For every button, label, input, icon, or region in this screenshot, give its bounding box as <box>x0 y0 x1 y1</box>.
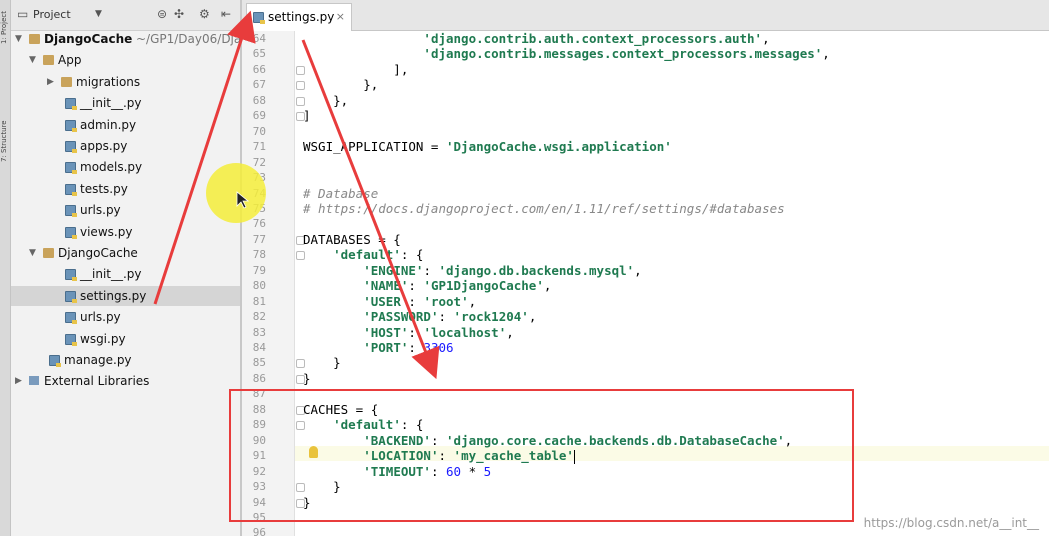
mouse-pointer-icon <box>236 191 250 209</box>
annotation-arrow-code <box>301 39 440 380</box>
annotation-arrow-tab <box>153 10 256 305</box>
annotation-box <box>229 389 854 522</box>
watermark: https://blog.csdn.net/a__int__ <box>863 516 1039 530</box>
